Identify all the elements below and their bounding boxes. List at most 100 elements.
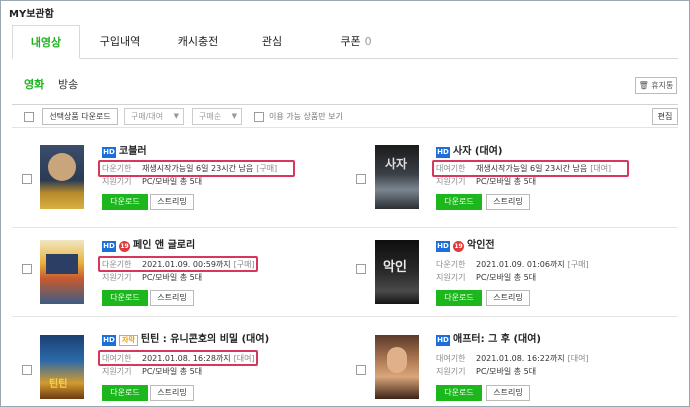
available-only-checkbox[interactable] bbox=[254, 112, 264, 122]
download-button[interactable]: 다운로드 bbox=[102, 290, 148, 306]
trash-label: 휴지통 bbox=[651, 81, 674, 90]
tab-label: 구입내역 bbox=[99, 35, 141, 48]
movie-poster[interactable] bbox=[40, 145, 84, 209]
list-toolbar: 선택상품 다운로드 구매/대여 ▼ 구매순 ▼ 이용 가능 상품만 보기 편집 bbox=[12, 104, 678, 128]
trash-button[interactable]: 🗑 휴지통 bbox=[635, 77, 677, 94]
device-label: 지원기기 bbox=[102, 273, 132, 282]
movie-poster[interactable] bbox=[40, 240, 84, 304]
coupon-count: 0 bbox=[364, 35, 372, 48]
item-checkbox[interactable] bbox=[22, 365, 32, 375]
type-filter-value: 구매/대여 bbox=[131, 112, 164, 121]
tab-wishlist[interactable]: 관심 bbox=[238, 25, 306, 59]
tab-coupon[interactable]: 쿠폰 0 bbox=[322, 25, 390, 59]
device-value: PC/모바일 총 5대 bbox=[142, 273, 203, 282]
hd-badge: HD bbox=[436, 240, 450, 252]
sort-value: 구매순 bbox=[199, 112, 222, 121]
hd-badge: HD bbox=[102, 240, 116, 252]
period-label: 대여기한 bbox=[436, 354, 466, 363]
title-bar: MY보관함 bbox=[1, 1, 689, 23]
item-title[interactable]: HD 코블러 bbox=[102, 145, 147, 159]
page-title: MY보관함 bbox=[9, 9, 54, 20]
hd-badge: HD bbox=[102, 334, 116, 346]
title-text: 페인 앤 글로리 bbox=[133, 240, 196, 251]
device-value: PC/모바일 총 5대 bbox=[476, 367, 537, 376]
device-label: 지원기기 bbox=[102, 177, 132, 186]
poster-text: 악인 bbox=[383, 260, 407, 275]
subtab-broadcast[interactable]: 방송 bbox=[58, 76, 78, 92]
device-label: 지원기기 bbox=[436, 367, 466, 376]
title-text: 틴틴 : 유니콘호의 비밀 (대여) bbox=[140, 334, 270, 345]
title-text: 코블러 bbox=[119, 146, 147, 157]
download-button[interactable]: 다운로드 bbox=[436, 194, 482, 210]
streaming-button[interactable]: 스트리밍 bbox=[150, 194, 194, 210]
tab-purchases[interactable]: 구입내역 bbox=[86, 25, 154, 59]
tab-cash-charge[interactable]: 캐시충전 bbox=[164, 25, 232, 59]
item-title[interactable]: HD 19 페인 앤 글로리 bbox=[102, 239, 195, 253]
available-only-label: 이용 가능 상품만 보기 bbox=[269, 112, 343, 121]
sort-select[interactable]: 구매순 ▼ bbox=[192, 108, 242, 125]
title-text: 사자 (대여) bbox=[453, 146, 503, 157]
poster-figure bbox=[387, 347, 407, 373]
streaming-button[interactable]: 스트리밍 bbox=[150, 290, 194, 306]
download-button[interactable]: 다운로드 bbox=[102, 385, 148, 401]
item-title[interactable]: HD 자막 틴틴 : 유니콘호의 비밀 (대여) bbox=[102, 333, 269, 347]
poster-figure bbox=[48, 153, 76, 181]
item-checkbox[interactable] bbox=[356, 365, 366, 375]
item-checkbox[interactable] bbox=[356, 174, 366, 184]
period-value: 2021.01.09. 01:06까지 bbox=[476, 260, 565, 269]
edit-button[interactable]: 편집 bbox=[652, 108, 678, 125]
purchase-type: [대여] bbox=[567, 354, 589, 363]
movie-poster[interactable]: 사자 bbox=[375, 145, 419, 209]
download-selected-button[interactable]: 선택상품 다운로드 bbox=[42, 108, 118, 125]
period-label: 다운기한 bbox=[436, 260, 466, 269]
chevron-down-icon: ▼ bbox=[173, 112, 179, 120]
poster-figure bbox=[46, 254, 78, 274]
row-divider bbox=[12, 316, 678, 317]
main-tabs: 내영상 구입내역 캐시충전 관심 쿠폰 0 bbox=[12, 25, 678, 59]
movie-poster[interactable]: 악인 bbox=[375, 240, 419, 304]
select-all-checkbox[interactable] bbox=[24, 112, 34, 122]
item-checkbox[interactable] bbox=[356, 264, 366, 274]
tab-my-videos[interactable]: 내영상 bbox=[12, 25, 80, 59]
device-value: PC/모바일 총 5대 bbox=[142, 367, 203, 376]
item-title[interactable]: HD 애프터: 그 후 (대여) bbox=[436, 333, 541, 347]
streaming-button[interactable]: 스트리밍 bbox=[486, 385, 530, 401]
device-value: PC/모바일 총 5대 bbox=[476, 177, 537, 186]
subtab-movie[interactable]: 영화 bbox=[24, 76, 44, 92]
item-title[interactable]: HD 사자 (대여) bbox=[436, 145, 502, 159]
type-filter-select[interactable]: 구매/대여 ▼ bbox=[124, 108, 184, 125]
chevron-down-icon: ▼ bbox=[231, 112, 237, 120]
hd-badge: HD bbox=[436, 146, 450, 158]
device-value: PC/모바일 총 5대 bbox=[476, 273, 537, 282]
trash-icon: 🗑 bbox=[638, 81, 649, 90]
movie-poster[interactable]: 틴틴 bbox=[40, 335, 84, 399]
download-button[interactable]: 다운로드 bbox=[436, 385, 482, 401]
highlight-box bbox=[98, 256, 258, 272]
tab-label: 내영상 bbox=[30, 36, 62, 49]
highlight-box bbox=[432, 160, 629, 177]
period-value: 2021.01.08. 16:22까지 bbox=[476, 354, 565, 363]
streaming-button[interactable]: 스트리밍 bbox=[150, 385, 194, 401]
movie-poster[interactable] bbox=[375, 335, 419, 399]
item-title[interactable]: HD 19 악인전 bbox=[436, 239, 495, 253]
title-text: 애프터: 그 후 (대여) bbox=[453, 334, 541, 345]
poster-text: 사자 bbox=[385, 157, 408, 171]
purchase-type: [구매] bbox=[567, 260, 589, 269]
device-label: 지원기기 bbox=[436, 273, 466, 282]
age-19-badge: 19 bbox=[453, 240, 464, 252]
highlight-box bbox=[98, 350, 258, 366]
age-19-badge: 19 bbox=[119, 240, 130, 252]
row-divider bbox=[12, 227, 678, 228]
tab-label: 캐시충전 bbox=[177, 35, 219, 48]
hd-badge: HD bbox=[102, 146, 116, 158]
device-label: 지원기기 bbox=[436, 177, 466, 186]
device-label: 지원기기 bbox=[102, 367, 132, 376]
item-checkbox[interactable] bbox=[22, 264, 32, 274]
download-button[interactable]: 다운로드 bbox=[102, 194, 148, 210]
tab-label: 쿠폰 bbox=[340, 35, 361, 48]
download-button[interactable]: 다운로드 bbox=[436, 290, 482, 306]
streaming-button[interactable]: 스트리밍 bbox=[486, 290, 530, 306]
streaming-button[interactable]: 스트리밍 bbox=[486, 194, 530, 210]
item-checkbox[interactable] bbox=[22, 174, 32, 184]
hd-badge: HD bbox=[436, 334, 450, 346]
